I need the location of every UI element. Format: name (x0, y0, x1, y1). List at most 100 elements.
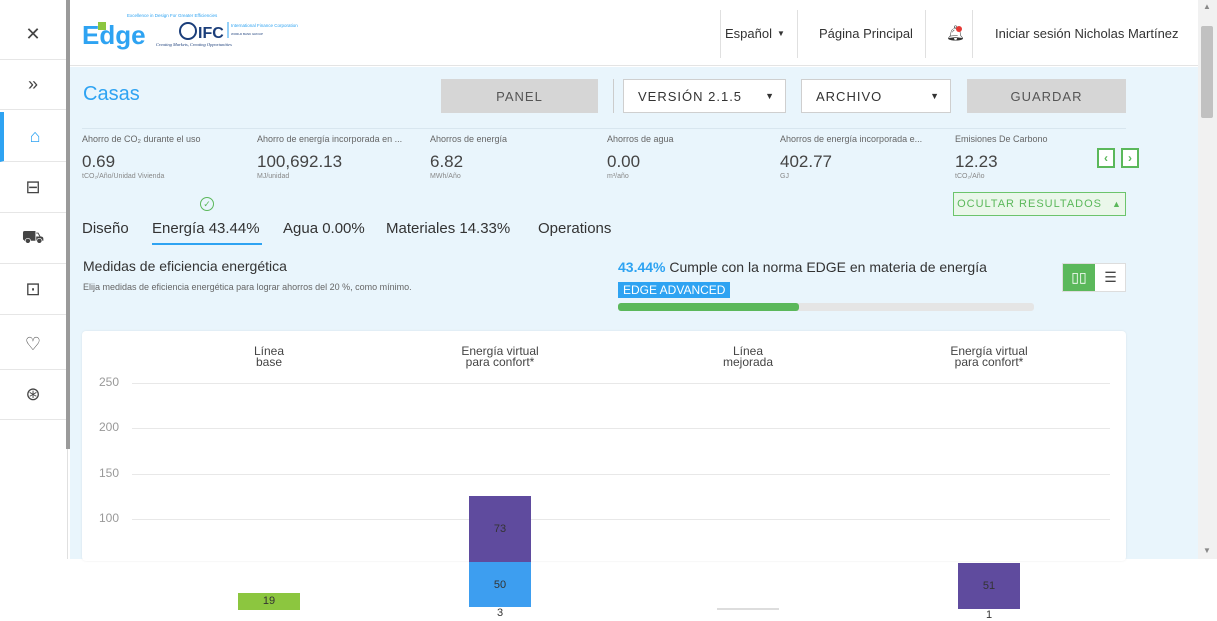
metric-unit: GJ (780, 173, 789, 180)
gridline (132, 428, 1110, 430)
chevron-right-icon[interactable]: › (1121, 148, 1139, 168)
chart-column-header: Línea mejorada (678, 345, 818, 368)
header-line-2: para confort* (954, 355, 1024, 369)
chevron-down-icon: ▼ (930, 91, 940, 101)
compliance-progress (618, 303, 1034, 311)
columns-view-icon[interactable]: ▯▯ (1063, 264, 1095, 291)
metric-1: Ahorro de energía incorporada en ... 100,… (257, 134, 427, 180)
version-select[interactable]: VERSIÓN 2.1.5 ▼ (623, 79, 786, 113)
view-toggle[interactable]: ▯▯ ☰ (1062, 263, 1126, 292)
chevron-down-icon: ▼ (765, 91, 775, 101)
metric-unit: MWh/Año (430, 173, 461, 180)
close-icon[interactable]: ✕ (0, 10, 66, 60)
user-name: Nicholas Martínez (1074, 25, 1179, 41)
chevron-up-icon: ▲ (1112, 199, 1122, 209)
chart-column-header: Línea base (199, 345, 339, 369)
guardar-button[interactable]: GUARDAR (967, 79, 1126, 113)
bar-segment[interactable]: 73 (469, 495, 531, 562)
page-scroll-thumb[interactable] (1201, 26, 1213, 118)
bar-segment[interactable]: 50 (469, 561, 531, 608)
archivo-select[interactable]: ARCHIVO ▼ (801, 79, 951, 113)
scroll-down-icon[interactable]: ▼ (1203, 546, 1211, 555)
ifc-group: WORLD BANK GROUP (231, 32, 263, 36)
bed-icon[interactable]: ⊟ (0, 163, 66, 213)
language-select[interactable]: Español ▼ (725, 0, 785, 66)
edge-advanced-badge: EDGE ADVANCED (618, 282, 731, 298)
metric-value: 0.69 (82, 152, 116, 171)
metric-value: 100,692.13 (257, 152, 343, 171)
metric-label: Ahorro de CO₂ durante el uso (82, 134, 201, 144)
header-line-2: para confort* (465, 355, 535, 369)
notifications-button[interactable]: 🔔︎ (946, 0, 965, 66)
main-content: Casas PANEL VERSIÓN 2.1.5 ▼ ARCHIVO ▼ GUAR… (70, 67, 1198, 621)
login-link[interactable]: Iniciar sesión Nicholas Martínez (995, 0, 1179, 66)
expand-icon[interactable]: » (0, 60, 66, 110)
archivo-label: ARCHIVO (816, 88, 883, 104)
version-label: VERSIÓN 2.1.5 (638, 88, 743, 104)
hide-results-label: OCULTAR RESULTADOS (957, 198, 1102, 210)
metrics-divider (82, 128, 1126, 129)
y-tick-label: 200 (99, 420, 120, 435)
active-tab-indicator (152, 243, 262, 245)
check-circle-icon: ✓ (200, 197, 214, 211)
edge-ifc-logo[interactable]: Excellence in Design For Greater Efficie… (80, 8, 315, 50)
scroll-up-icon[interactable]: ▲ (1203, 2, 1211, 11)
bar-segment[interactable]: 3 (469, 607, 531, 619)
chart-column-header: Energía virtual para confort* (430, 345, 570, 369)
gridline (132, 473, 1110, 475)
home-link[interactable]: Página Principal (819, 0, 913, 66)
home-icon[interactable]: ⌂ (0, 112, 66, 162)
bar-segment[interactable]: 51 (958, 562, 1020, 610)
tab-materiales[interactable]: Materiales 14.33% (386, 220, 510, 237)
nav-divider (797, 10, 798, 58)
tab-energia[interactable]: Energía 43.44% (152, 220, 260, 237)
chevron-down-icon: ▼ (776, 28, 785, 38)
briefcase-icon[interactable]: ⊡ (0, 265, 66, 315)
compliance-label: Cumple con la norma EDGE en materia de e… (669, 259, 987, 275)
y-tick-label: 250 (99, 375, 120, 389)
bar-segment[interactable]: 19 (238, 592, 300, 610)
hide-results-button[interactable]: OCULTAR RESULTADOS ▲ (953, 192, 1126, 216)
top-header: Excellence in Design For Greater Efficie… (70, 0, 1198, 66)
bar-segment[interactable]: 1 (958, 609, 1020, 621)
metric-label: Ahorros de agua (607, 134, 674, 144)
metric-3: Ahorros de agua 0.00 m³/año (607, 134, 777, 180)
tab-agua[interactable]: Agua 0.00% (283, 220, 365, 237)
measures-subtitle: Elija medidas de eficiencia energética p… (83, 282, 412, 292)
page-title: Casas (83, 83, 140, 105)
edge-logo-text: Edge (82, 20, 146, 50)
nav-divider (925, 10, 926, 58)
cart-icon[interactable]: ⛟ (0, 214, 66, 264)
metric-value: 402.77 (780, 152, 832, 171)
login-label: Iniciar sesión (995, 25, 1071, 41)
compliance-text: 43.44% Cumple con la norma EDGE en mater… (618, 259, 987, 275)
tab-operations[interactable]: Operations (538, 220, 611, 237)
header-line-2: base (255, 355, 283, 369)
gridline (132, 519, 1110, 521)
ifc-slogan: Creating Markets, Creating Opportunities (156, 42, 232, 48)
compliance-progress-fill (618, 303, 799, 311)
language-label: Español (725, 25, 772, 41)
measures-title: Medidas de eficiencia energética (83, 258, 287, 274)
metric-2: Ahorros de energía 6.82 MWh/Año (430, 134, 600, 180)
panel-button[interactable]: PANEL (441, 79, 598, 113)
tab-diseno[interactable]: Diseño (82, 220, 129, 237)
metric-unit: tCO₂/Año/Unidad Vivienda (82, 173, 165, 180)
ifc-logo-text: IFC (198, 25, 224, 42)
y-tick-label: 100 (99, 511, 120, 526)
metric-4: Ahorros de energía incorporada e... 402.7… (780, 134, 950, 180)
bar-segment[interactable] (717, 608, 779, 610)
toolbar-divider (613, 79, 614, 113)
metric-unit: MJ/unidad (257, 173, 290, 180)
graduation-cap-icon[interactable]: ⊛ (0, 370, 66, 420)
y-tick-label: 150 (99, 465, 120, 480)
ifc-full-name: International Finance Corporation (231, 23, 298, 28)
metric-value: 0.00 (607, 152, 641, 171)
rows-view-icon[interactable]: ☰ (1095, 264, 1126, 291)
metric-unit: tCO₂/Año (955, 173, 985, 180)
logo-tagline: Excellence in Design For Greater Efficie… (127, 13, 218, 18)
chevron-left-icon[interactable]: ‹ (1097, 148, 1115, 168)
metric-0: Ahorro de CO₂ durante el uso 0.69 tCO₂/Año… (82, 134, 252, 180)
heart-icon[interactable]: ♡ (0, 320, 66, 370)
metric-label: Ahorros de energía (430, 134, 508, 144)
